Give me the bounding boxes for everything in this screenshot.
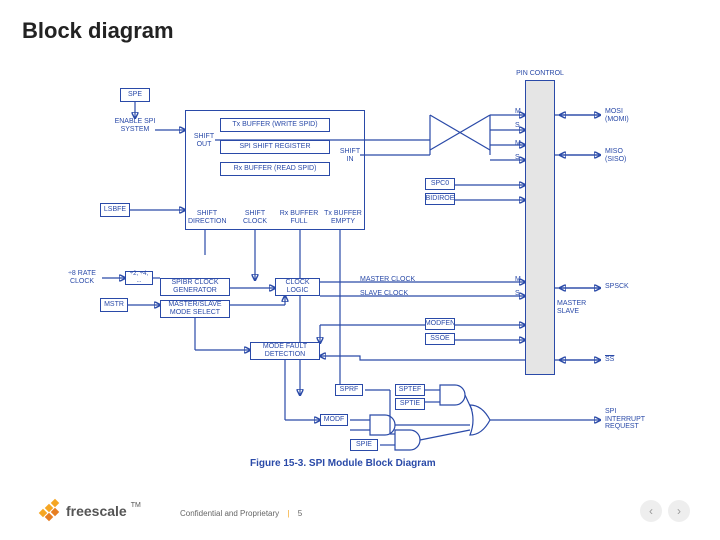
lbl-slaveclk: SLAVE CLOCK: [360, 290, 420, 298]
brand-logo: freescale TM: [40, 500, 141, 522]
next-button[interactable]: ›: [668, 500, 690, 522]
blk-shiftreg: SPI SHIFT REGISTER: [220, 140, 330, 154]
lbl-shiftclk: SHIFT CLOCK: [238, 210, 272, 225]
blk-modfen: MODFEN: [425, 318, 455, 330]
blk-sptef: SPTEF: [395, 384, 425, 396]
blk-sprf: SPRF: [335, 384, 363, 396]
prev-button[interactable]: ‹: [640, 500, 662, 522]
lbl-miso: MISO (SISO): [605, 148, 645, 163]
blk-spe: SPE: [120, 88, 150, 102]
lbl-spiirq: SPI INTERRUPT REQUEST: [605, 408, 655, 431]
blk-clocklogic: CLOCK LOGIC: [275, 278, 320, 296]
lbl-txempty: Tx BUFFER EMPTY: [322, 210, 364, 225]
brand-text: freescale: [66, 503, 127, 519]
lbl-pincontrol: PIN CONTROL: [515, 70, 565, 78]
lbl-s2: S: [515, 154, 520, 162]
lbl-s3: S: [515, 290, 520, 298]
footer: freescale TM Confidential and Proprietar…: [0, 492, 720, 522]
blk-bidiroe: BIDIROE: [425, 193, 455, 205]
blk-rxbuf: Rx BUFFER (READ SPID): [220, 162, 330, 176]
lbl-rxfull: Rx BUFFER FULL: [278, 210, 320, 225]
lbl-m2: M: [515, 140, 521, 148]
blk-txbuf: Tx BUFFER (WRITE SPID): [220, 118, 330, 132]
blk-spc0: SPC0: [425, 178, 455, 190]
blk-sptie: SPTIE: [395, 398, 425, 410]
blk-modf: MODF: [320, 414, 348, 426]
pin-control-bar: [525, 80, 555, 375]
lbl-spsck: SPSCK: [605, 283, 645, 291]
blk-spibr: SPIBR CLOCK GENERATOR: [160, 278, 230, 296]
lbl-masterslave2: MASTER SLAVE: [557, 300, 597, 315]
lbl-masterclk: MASTER CLOCK: [360, 276, 420, 284]
block-diagram: SPE ENABLE SPI SYSTEM SHIFT OUT SHIFT IN…: [60, 60, 660, 460]
slide-nav: ‹ ›: [640, 500, 690, 522]
lbl-shiftout: SHIFT OUT: [190, 133, 218, 148]
lbl-x8rate: ÷8 RATE CLOCK: [64, 270, 100, 285]
blk-masterslave: MASTER/SLAVE MODE SELECT: [160, 300, 230, 318]
conf-text: Confidential and Proprietary: [180, 509, 279, 518]
page-number: 5: [298, 509, 302, 518]
page-title: Block diagram: [22, 18, 174, 44]
lbl-ss: SS: [605, 356, 645, 364]
confidential-label: Confidential and Proprietary | 5: [180, 509, 302, 518]
lbl-shiftdir: SHIFT DIRECTION: [188, 210, 226, 225]
lbl-m3: M: [515, 276, 521, 284]
blk-lsbfe: LSBFE: [100, 203, 130, 217]
figure-caption: Figure 15-3. SPI Module Block Diagram: [250, 458, 436, 469]
blk-ssoe: SSOE: [425, 333, 455, 345]
lbl-s1: S: [515, 122, 520, 130]
brand-tm: TM: [131, 502, 141, 509]
blk-modefault: MODE FAULT DETECTION: [250, 342, 320, 360]
lbl-m1: M: [515, 108, 521, 116]
blk-spie: SPIE: [350, 439, 378, 451]
lbl-enable: ENABLE SPI SYSTEM: [110, 118, 160, 133]
blk-x8: ÷2, ÷4, ...: [125, 271, 153, 285]
lbl-mosi: MOSI (MOMI): [605, 108, 645, 123]
blk-mstr: MSTR: [100, 298, 128, 312]
lbl-shiftin: SHIFT IN: [338, 148, 362, 163]
logo-icon: [40, 500, 62, 522]
